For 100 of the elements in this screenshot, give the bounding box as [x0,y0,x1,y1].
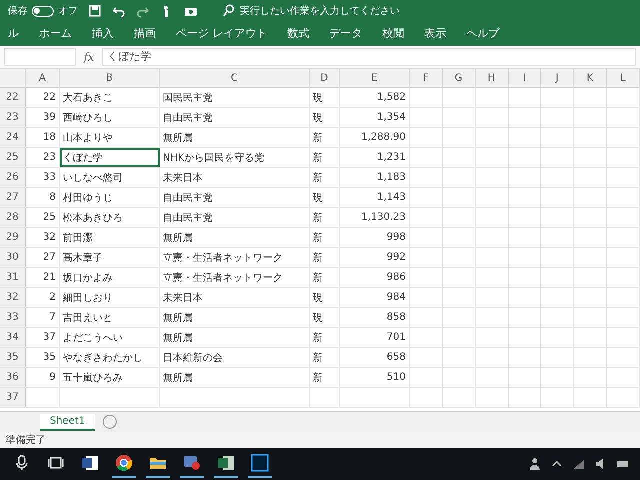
table-cell: 新 [310,128,340,147]
table-cell: 自由民主党 [160,188,310,207]
table-cell: 32 [26,228,60,247]
row-header[interactable]: 32 [0,288,26,307]
table-cell: 現 [310,308,340,327]
table-cell: 立憲・生活者ネットワーク [160,248,310,267]
search-field[interactable]: 実行したい作業を入力してください [240,4,400,18]
row-header[interactable]: 26 [0,168,26,187]
ribbon-tab[interactable]: ル [6,23,21,46]
table-cell: くぼた学 [60,148,160,167]
ribbon-tab[interactable]: 校閲 [380,23,406,46]
table-cell: 986 [340,268,410,287]
table-cell: 無所属 [160,128,310,147]
formula-field[interactable]: くぼた学 [102,48,636,66]
row-header[interactable]: 22 [0,88,26,107]
column-header[interactable]: L [607,69,640,87]
row-header[interactable]: 37 [0,388,26,407]
row-header[interactable]: 35 [0,348,26,367]
row-header[interactable]: 31 [0,268,26,287]
search-icon[interactable] [222,4,236,18]
row-header[interactable]: 25 [0,148,26,167]
table-cell: 37 [26,328,60,347]
column-header[interactable]: B [60,69,160,87]
ribbon-tab[interactable]: ヘルプ [464,23,502,46]
ribbon-tab[interactable]: ホーム [37,23,74,46]
row-header[interactable]: 24 [0,128,26,147]
table-cell: 現 [310,188,340,207]
table-cell: 22 [26,88,60,107]
table-cell: 701 [340,328,410,347]
ribbon-tab[interactable]: 数式 [286,23,312,46]
table-cell: 現 [310,288,340,307]
ribbon-tab[interactable]: 表示 [422,23,448,46]
table-cell: 自由民主党 [160,108,310,127]
table-cell: よだこうへい [60,328,160,347]
ribbon-tab[interactable]: 描画 [132,23,158,46]
row-header[interactable]: 29 [0,228,26,247]
column-header[interactable]: H [476,69,509,87]
column-header[interactable]: C [160,69,310,87]
table-cell: 658 [340,348,410,367]
table-cell: 高木章子 [60,248,160,267]
table-cell: 新 [310,348,340,367]
table-cell: 日本維新の会 [160,348,310,367]
column-header[interactable]: D [310,69,340,87]
table-cell: 23 [26,148,60,167]
table-cell: 9 [26,368,60,387]
column-header[interactable]: I [508,69,542,87]
table-cell: 1,288.90 [340,128,410,147]
table-cell: 新 [310,208,340,227]
table-cell: 新 [310,368,340,387]
ribbon-tab[interactable]: ページ レイアウト [174,23,270,46]
table-cell: NHKから国民を守る党 [160,148,310,167]
table-cell: 1,183 [340,168,410,187]
autosave-toggle[interactable] [32,6,54,16]
table-cell: 35 [26,348,60,367]
column-header[interactable]: J [541,69,574,87]
table-cell: 998 [340,228,410,247]
ribbon-tab[interactable]: 挿入 [90,23,116,46]
table-cell: 新 [310,168,340,187]
row-header[interactable]: 33 [0,308,26,327]
function-label[interactable]: fx [84,50,94,64]
table-cell: 2 [26,288,60,307]
table-cell: 無所属 [160,368,310,387]
table-cell: 現 [310,88,340,107]
table-cell: 山本よりや [60,128,160,147]
column-header[interactable]: F [410,69,443,87]
table-cell: 510 [340,368,410,387]
table-cell: 7 [26,308,60,327]
table-cell: 1,354 [340,108,410,127]
table-cell: 新 [310,248,340,267]
table-cell: 39 [26,108,60,127]
table-cell: 細田しおり [60,288,160,307]
table-cell: 松本あきひろ [60,208,160,227]
table-cell: 無所属 [160,328,310,347]
row-header[interactable]: 28 [0,208,26,227]
column-header[interactable]: E [340,69,410,87]
table-cell: 1,231 [340,148,410,167]
save-icon[interactable] [88,4,102,18]
column-header[interactable]: G [442,69,476,87]
table-cell: 新 [310,328,340,347]
column-header[interactable]: A [26,69,60,87]
table-cell: 五十嵐ひろみ [60,368,160,387]
table-cell: やなぎさわたかし [60,348,160,367]
table-cell: 1,582 [340,88,410,107]
ribbon-tab[interactable]: データ [328,23,364,46]
table-cell: 国民民主党 [160,88,310,107]
person-icon[interactable] [528,457,542,471]
row-header[interactable]: 36 [0,368,26,387]
row-header[interactable]: 27 [0,188,26,207]
sheet-tab[interactable]: Sheet1 [40,414,96,430]
table-cell: 立憲・生活者ネットワーク [160,268,310,287]
table-cell: 西崎ひろし [60,108,160,127]
table-cell: 前田潔 [60,228,160,247]
network-icon[interactable] [572,457,586,471]
status-text: 準備完了 [6,434,46,447]
table-cell: 1,130.23 [340,208,410,227]
column-header[interactable]: K [574,69,608,87]
row-header[interactable]: 30 [0,248,26,267]
row-header[interactable]: 34 [0,328,26,347]
table-cell: 984 [340,288,410,307]
row-header[interactable]: 23 [0,108,26,127]
